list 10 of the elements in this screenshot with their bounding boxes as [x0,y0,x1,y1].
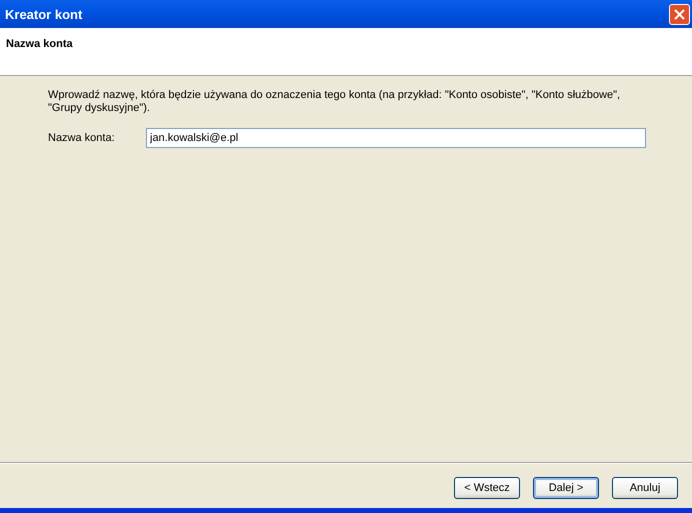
window-title: Kreator kont [5,6,82,22]
wizard-button[interactable]: Anuluj [612,477,678,499]
wizard-button[interactable]: < Wstecz [454,477,520,499]
page-heading: Nazwa konta [6,38,74,50]
close-icon [674,8,685,20]
description-text: Wprowadź nazwę, która będzie używana do oznaczenia tego konta (na przykład: "Konto osobiste", "Konto służbowe", "Grupy dyskusyjne"). [48,89,622,115]
field-label: Nazwa konta: [48,132,116,144]
close-button[interactable] [669,4,690,24]
account-name-field[interactable]: jan.kowalski@e.pl [146,128,646,148]
wizard-button[interactable]: Dalej > [533,477,599,499]
